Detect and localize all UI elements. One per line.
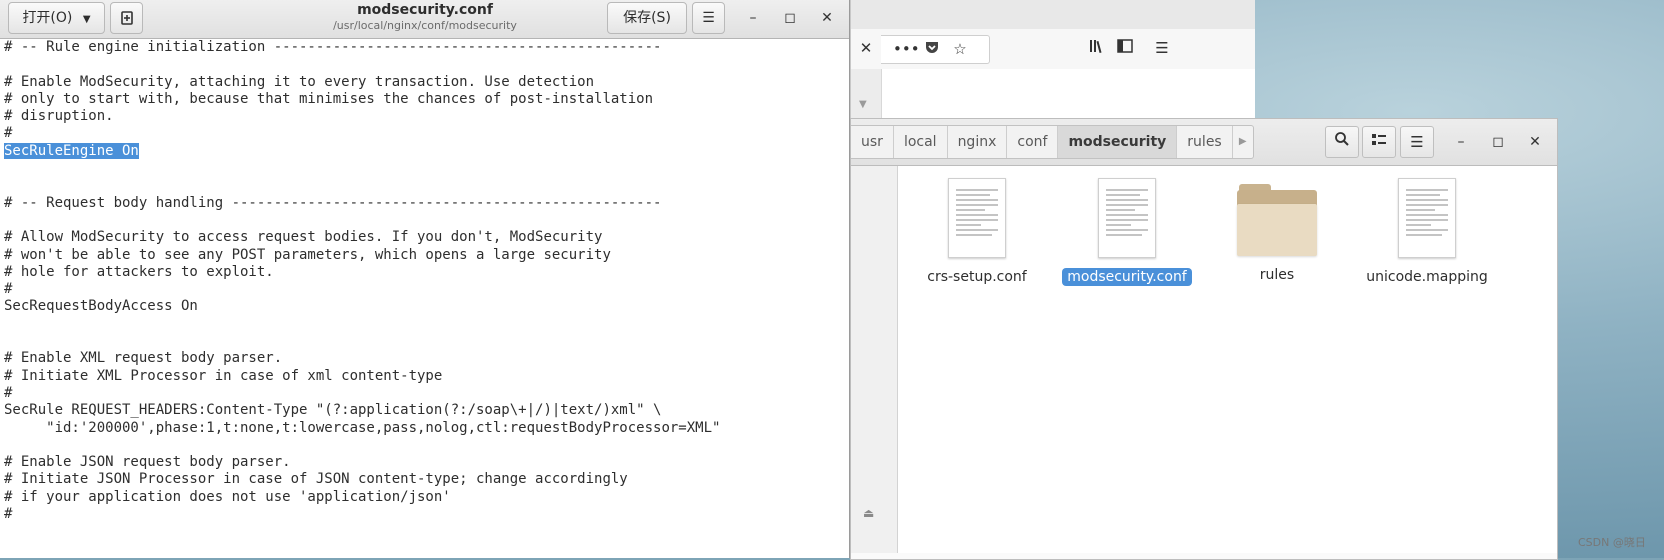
code-line: # Enable XML request body parser. bbox=[4, 350, 283, 367]
code-line: # disruption. bbox=[4, 108, 114, 125]
chevron-right-icon[interactable]: ▶ bbox=[1233, 126, 1253, 158]
chevron-down-icon[interactable]: ▼ bbox=[859, 99, 867, 110]
maximize-icon[interactable]: ◻ bbox=[779, 8, 801, 28]
view-toggle-button[interactable] bbox=[1362, 126, 1396, 158]
more-icon[interactable]: ••• bbox=[893, 39, 920, 59]
code-line: # Initiate XML Processor in case of xml … bbox=[4, 367, 443, 384]
code-line: # won't be able to see any POST paramete… bbox=[4, 246, 611, 263]
breadcrumb-local[interactable]: local bbox=[894, 126, 948, 158]
file-item-modsecurity-conf[interactable]: modsecurity.conf bbox=[1052, 178, 1202, 286]
maximize-icon[interactable]: ◻ bbox=[1488, 132, 1508, 152]
document-title: modsecurity.conf bbox=[357, 2, 493, 18]
browser-tab-strip bbox=[851, 0, 1255, 30]
code-line: # hole for attackers to exploit. bbox=[4, 263, 274, 280]
search-icon bbox=[1335, 132, 1349, 146]
code-line: # if your application does not use 'appl… bbox=[4, 488, 451, 505]
text-file-icon bbox=[1098, 178, 1156, 258]
hamburger-menu-icon: ☰ bbox=[702, 10, 715, 26]
chevron-down-icon: ▼ bbox=[82, 14, 91, 25]
hamburger-menu-icon: ☰ bbox=[1410, 133, 1424, 151]
code-line: # Initiate JSON Processor in case of JSO… bbox=[4, 471, 628, 488]
library-icon[interactable] bbox=[1086, 38, 1108, 59]
menu-button[interactable]: ☰ bbox=[1400, 126, 1434, 158]
file-item-unicode-mapping[interactable]: unicode.mapping bbox=[1352, 178, 1502, 286]
file-item-crs-setup[interactable]: crs-setup.conf bbox=[902, 178, 1052, 286]
close-icon[interactable]: ✕ bbox=[816, 8, 838, 28]
code-line: SecRequestBodyAccess On bbox=[4, 298, 198, 315]
document-path: /usr/local/nginx/conf/modsecurity bbox=[333, 19, 517, 32]
code-line: # -- Rule engine initialization --------… bbox=[4, 39, 662, 55]
code-line: # Enable JSON request body parser. bbox=[4, 454, 291, 471]
new-tab-button[interactable] bbox=[110, 2, 143, 34]
menu-icon[interactable]: ☰ bbox=[1151, 38, 1173, 58]
file-name: crs-setup.conf bbox=[927, 269, 1027, 285]
open-button[interactable]: 打开(O) ▼ bbox=[8, 2, 105, 34]
breadcrumb-conf[interactable]: conf bbox=[1007, 126, 1059, 158]
code-line: # only to start with, because that minim… bbox=[4, 90, 654, 107]
minimize-icon[interactable]: – bbox=[742, 8, 764, 28]
pocket-icon[interactable] bbox=[921, 39, 943, 60]
breadcrumb: usr local nginx conf modsecurity rules ▶ bbox=[851, 125, 1254, 159]
list-view-icon bbox=[1372, 134, 1386, 145]
code-content: # -- Rule engine initialization --------… bbox=[4, 39, 720, 523]
code-line: # Allow ModSecurity to access request bo… bbox=[4, 229, 603, 246]
code-line: # bbox=[4, 506, 13, 523]
close-icon[interactable]: ✕ bbox=[855, 38, 877, 58]
eject-icon[interactable]: ⏏ bbox=[863, 506, 874, 520]
file-manager-header: usr local nginx conf modsecurity rules ▶… bbox=[851, 119, 1557, 166]
file-view: crs-setup.conf modsecurity.conf rules un… bbox=[898, 166, 1557, 553]
places-sidebar: ⏏ bbox=[851, 166, 898, 553]
selected-text: SecRuleEngine On bbox=[4, 142, 139, 159]
open-button-label: 打开(O) bbox=[22, 10, 73, 26]
breadcrumb-usr[interactable]: usr bbox=[851, 126, 894, 158]
sidebar-icon[interactable] bbox=[1114, 38, 1136, 58]
code-line: # -- Request body handling -------------… bbox=[4, 194, 662, 211]
text-editor-area[interactable]: # -- Rule engine initialization --------… bbox=[0, 39, 849, 558]
bookmark-star-icon[interactable]: ☆ bbox=[949, 39, 971, 59]
folder-icon bbox=[1237, 184, 1317, 256]
code-line: # bbox=[4, 125, 13, 142]
file-name: unicode.mapping bbox=[1366, 269, 1488, 285]
breadcrumb-modsecurity[interactable]: modsecurity bbox=[1058, 126, 1178, 158]
code-line: SecRule REQUEST_HEADERS:Content-Type "(?… bbox=[4, 402, 662, 419]
text-file-icon bbox=[948, 178, 1006, 258]
breadcrumb-nginx[interactable]: nginx bbox=[948, 126, 1008, 158]
minimize-icon[interactable]: – bbox=[1451, 132, 1471, 152]
close-icon[interactable]: ✕ bbox=[1525, 132, 1545, 152]
url-bar[interactable]: ••• ☆ bbox=[881, 35, 990, 64]
file-name: modsecurity.conf bbox=[1062, 268, 1192, 286]
editor-header-bar: 打开(O) ▼ modsecurity.conf /usr/local/ngin… bbox=[0, 0, 849, 39]
code-line: "id:'200000',phase:1,t:none,t:lowercase,… bbox=[4, 419, 721, 436]
code-line: # bbox=[4, 281, 13, 298]
file-manager-window: usr local nginx conf modsecurity rules ▶… bbox=[850, 118, 1558, 560]
watermark: CSDN @晓日 bbox=[1578, 536, 1646, 549]
new-document-icon bbox=[120, 11, 133, 25]
browser-window: ✕ ••• ☆ ☰ ▼ bbox=[850, 0, 1255, 130]
code-line: # bbox=[4, 384, 13, 401]
file-name: rules bbox=[1259, 267, 1295, 283]
browser-toolbar: ✕ ••• ☆ ☰ bbox=[851, 29, 1255, 70]
code-line: # Enable ModSecurity, attaching it to ev… bbox=[4, 73, 595, 90]
menu-button[interactable]: ☰ bbox=[692, 2, 725, 34]
text-file-icon bbox=[1398, 178, 1456, 258]
file-item-rules[interactable]: rules bbox=[1202, 178, 1352, 284]
breadcrumb-rules[interactable]: rules bbox=[1177, 126, 1233, 158]
code-line: SecRuleEngine On bbox=[4, 142, 720, 160]
search-button[interactable] bbox=[1325, 126, 1359, 158]
save-button[interactable]: 保存(S) bbox=[607, 2, 687, 34]
text-editor-window: 打开(O) ▼ modsecurity.conf /usr/local/ngin… bbox=[0, 0, 850, 558]
